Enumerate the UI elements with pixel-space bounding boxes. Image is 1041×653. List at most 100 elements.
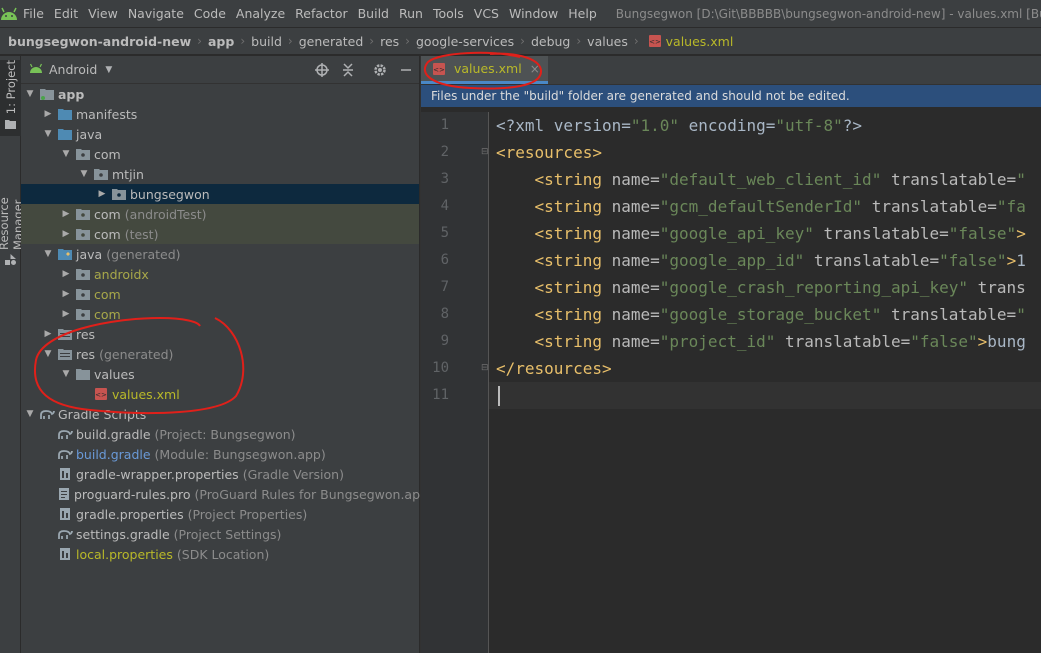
code-area[interactable]: 1 2 3 4 5 6 7 8 9 10 11 ⊟ ⊟ <?xml versio… — [421, 112, 1041, 653]
chevron-right-icon: › — [633, 34, 639, 48]
tree-row-manifests[interactable]: ▶ manifests — [21, 104, 419, 124]
tree-row-androidx[interactable]: ▶ androidx — [21, 264, 419, 284]
expanded-arrow-icon[interactable]: ▼ — [59, 367, 73, 381]
code-line[interactable]: <string name="default_web_client_id" tra… — [496, 166, 1026, 193]
view-selector[interactable]: Android — [49, 62, 97, 77]
menu-help[interactable]: Help — [563, 6, 602, 21]
tree-row-java-generated[interactable]: ▼ java (generated) — [21, 244, 419, 264]
expanded-arrow-icon[interactable]: ▼ — [41, 127, 55, 141]
xml-file-icon: <> — [647, 34, 663, 48]
locate-icon[interactable] — [309, 60, 335, 80]
code-line[interactable]: <resources> — [496, 139, 602, 166]
tree-row-com[interactable]: ▼ com — [21, 144, 419, 164]
expanded-arrow-icon[interactable]: ▼ — [23, 407, 37, 421]
code-content[interactable]: <?xml version="1.0" encoding="utf-8"?> <r… — [496, 112, 1041, 653]
code-line[interactable]: <?xml version="1.0" encoding="utf-8"?> — [496, 112, 862, 139]
fold-marker-icon[interactable]: ⊟ — [481, 147, 491, 157]
tree-row-com-gen-1[interactable]: ▶ com — [21, 284, 419, 304]
collapse-all-icon[interactable] — [335, 60, 361, 80]
code-line[interactable]: <string name="project_id" translatable="… — [496, 328, 1026, 355]
folder-icon — [57, 107, 73, 121]
breadcrumb-item[interactable]: google-services — [416, 34, 514, 49]
tree-row-values[interactable]: ▼ values — [21, 364, 419, 384]
tree-row-settings-gradle[interactable]: settings.gradle (Project Settings) — [21, 524, 419, 544]
tree-row-gradle-scripts[interactable]: ▼ Gradle Scripts — [21, 404, 419, 424]
menu-build[interactable]: Build — [353, 6, 394, 21]
breadcrumb-item[interactable]: values — [587, 34, 628, 49]
tree-row-values-xml[interactable]: <> values.xml — [21, 384, 419, 404]
menu-tools[interactable]: Tools — [428, 6, 469, 21]
collapsed-arrow-icon[interactable]: ▶ — [59, 227, 73, 241]
tree-row-proguard[interactable]: proguard-rules.pro (ProGuard Rules for B… — [21, 484, 433, 504]
menu-analyze[interactable]: Analyze — [231, 6, 290, 21]
project-tool-tab[interactable]: 1: Project — [0, 60, 21, 136]
menu-refactor[interactable]: Refactor — [290, 6, 352, 21]
tree-row-build-gradle-project[interactable]: build.gradle (Project: Bungsegwon) — [21, 424, 419, 444]
breadcrumb-item[interactable]: generated — [299, 34, 364, 49]
collapsed-arrow-icon[interactable]: ▶ — [95, 187, 109, 201]
menu-file[interactable]: File — [18, 6, 49, 21]
tree-row-local-properties[interactable]: local.properties (SDK Location) — [21, 544, 419, 564]
text-caret — [498, 386, 500, 406]
collapsed-arrow-icon[interactable]: ▶ — [59, 307, 73, 321]
code-line[interactable]: <string name="gcm_defaultSenderId" trans… — [496, 193, 1026, 220]
menu-run[interactable]: Run — [394, 6, 428, 21]
package-icon — [75, 307, 91, 321]
code-line[interactable]: <string name="google_crash_reporting_api… — [496, 274, 1026, 301]
line-number: 8 — [440, 306, 449, 322]
breadcrumb-item[interactable]: build — [251, 34, 282, 49]
source-folder-icon — [57, 127, 73, 141]
collapsed-arrow-icon[interactable]: ▶ — [41, 107, 55, 121]
resource-folder-icon — [57, 347, 73, 361]
menu-view[interactable]: View — [83, 6, 123, 21]
tree-row-res-generated[interactable]: ▼ res (generated) — [21, 344, 419, 364]
minimize-icon[interactable] — [393, 60, 419, 80]
breadcrumb-item[interactable]: bungsegwon-android-new — [8, 34, 191, 49]
tree-row-app[interactable]: ▼ app — [21, 84, 419, 104]
expanded-arrow-icon[interactable]: ▼ — [41, 347, 55, 361]
collapsed-arrow-icon[interactable]: ▶ — [41, 327, 55, 341]
expanded-arrow-icon[interactable]: ▼ — [59, 147, 73, 161]
tree-row-java[interactable]: ▼ java — [21, 124, 419, 144]
tree-label: androidx — [94, 266, 149, 282]
menu-window[interactable]: Window — [504, 6, 563, 21]
gear-icon[interactable] — [367, 60, 393, 80]
tree-row-gradle-wrapper[interactable]: gradle-wrapper.properties (Gradle Versio… — [21, 464, 419, 484]
tree-row-bungsegwon[interactable]: ▶ bungsegwon — [21, 184, 419, 204]
code-line[interactable]: <string name="google_app_id" translatabl… — [496, 247, 1026, 274]
fold-marker-icon[interactable]: ⊟ — [481, 363, 491, 373]
collapsed-arrow-icon[interactable]: ▶ — [59, 267, 73, 281]
code-token: translatable= — [775, 332, 911, 351]
code-token: "google_app_id" — [659, 251, 805, 270]
tree-row-com-gen-2[interactable]: ▶ com — [21, 304, 419, 324]
code-line[interactable]: <string name="google_api_key" translatab… — [496, 220, 1026, 247]
tree-row-build-gradle-module[interactable]: build.gradle (Module: Bungsegwon.app) — [21, 444, 419, 464]
menu-navigate[interactable]: Navigate — [123, 6, 189, 21]
menu-edit[interactable]: Edit — [49, 6, 83, 21]
resource-manager-tab[interactable]: Resource Manager — [0, 152, 25, 268]
expanded-arrow-icon[interactable]: ▼ — [23, 87, 37, 101]
code-line[interactable]: </resources> — [496, 355, 612, 382]
code-line[interactable]: <string name="google_storage_bucket" tra… — [496, 301, 1026, 328]
tab-values-xml[interactable]: <> values.xml × — [421, 56, 548, 84]
menu-vcs[interactable]: VCS — [469, 6, 504, 21]
line-number: 9 — [440, 333, 449, 349]
menu-code[interactable]: Code — [189, 6, 231, 21]
tree-row-com-androidtest[interactable]: ▶ com (androidTest) — [21, 204, 419, 224]
tree-row-gradle-properties[interactable]: gradle.properties (Project Properties) — [21, 504, 419, 524]
expanded-arrow-icon[interactable]: ▼ — [41, 247, 55, 261]
expanded-arrow-icon[interactable]: ▼ — [77, 167, 91, 181]
close-icon[interactable]: × — [530, 62, 540, 76]
breadcrumb-item[interactable]: app — [208, 34, 234, 49]
collapsed-arrow-icon[interactable]: ▶ — [59, 207, 73, 221]
tree-row-com-test[interactable]: ▶ com (test) — [21, 224, 419, 244]
breadcrumb-item[interactable]: res — [380, 34, 399, 49]
chevron-right-icon: › — [405, 34, 410, 48]
tree-row-res[interactable]: ▶ res — [21, 324, 419, 344]
breadcrumb-item[interactable]: debug — [531, 34, 570, 49]
code-token: <string — [496, 278, 602, 297]
tree-row-mtjin[interactable]: ▼ mtjin — [21, 164, 419, 184]
breadcrumb-current-file[interactable]: values.xml — [666, 34, 734, 49]
collapsed-arrow-icon[interactable]: ▶ — [59, 287, 73, 301]
chevron-down-icon[interactable]: ▼ — [105, 65, 112, 75]
